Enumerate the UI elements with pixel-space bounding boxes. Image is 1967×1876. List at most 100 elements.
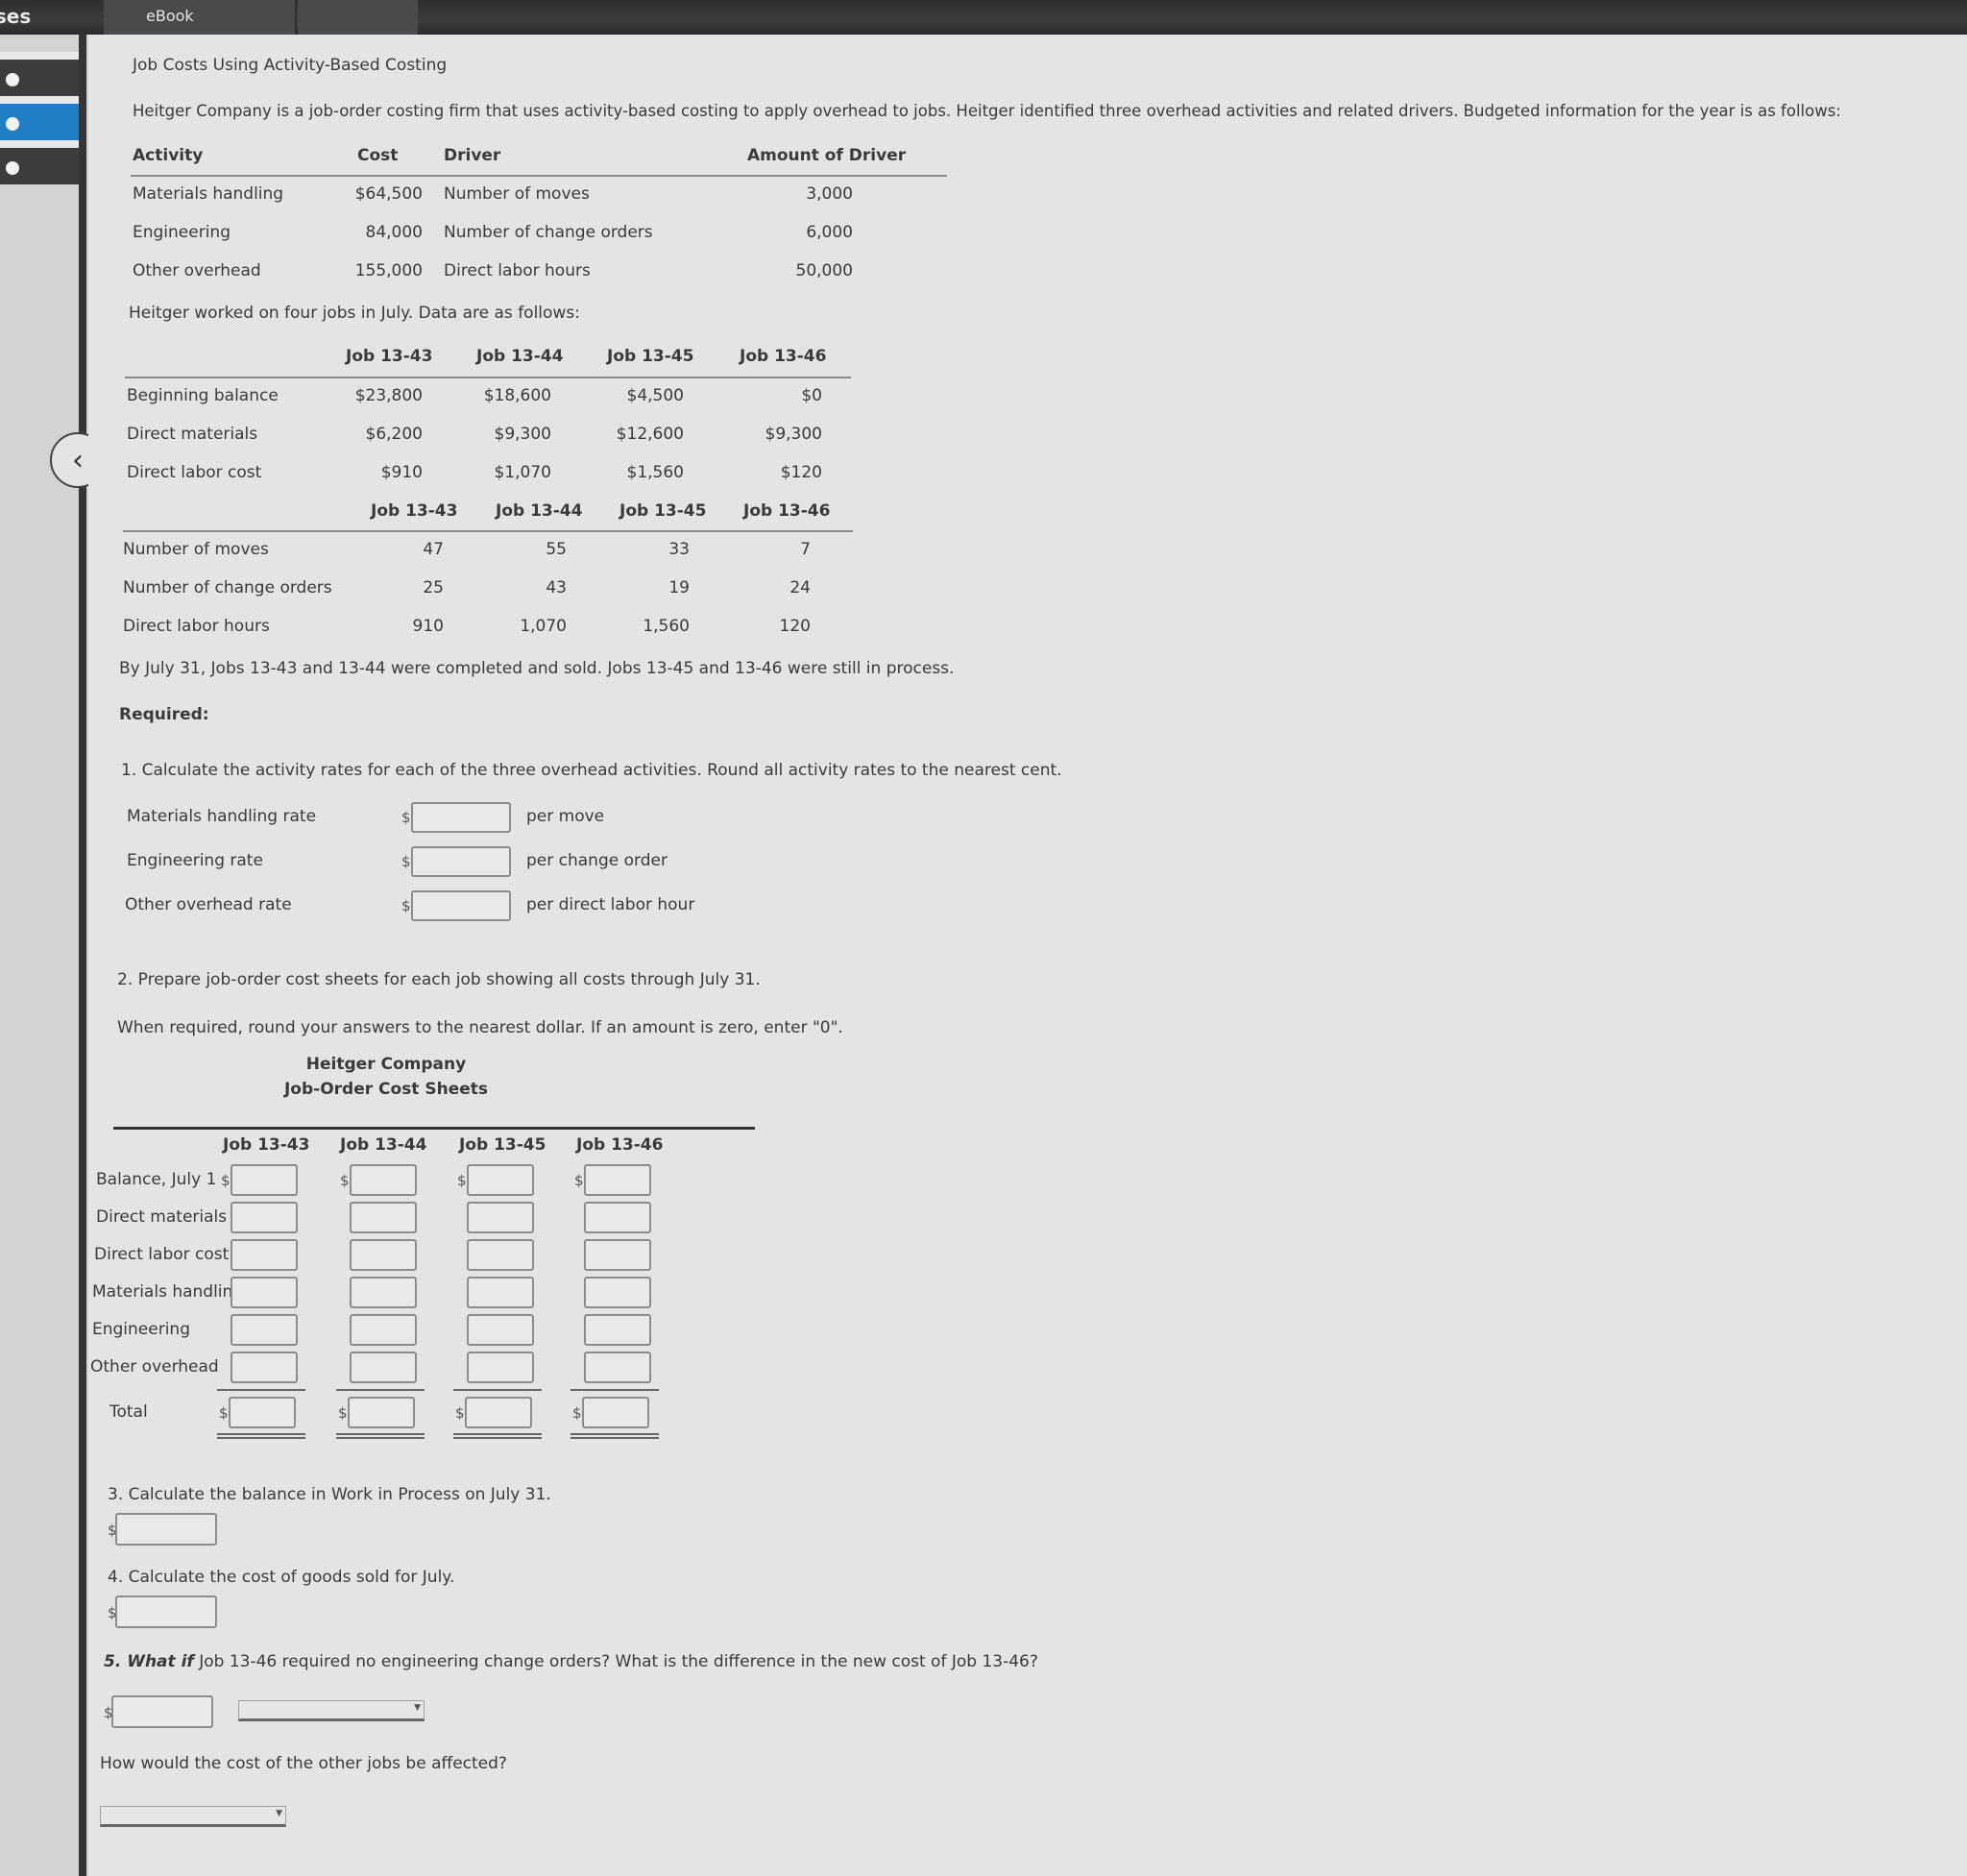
cost-input-job-2-row-1[interactable]	[350, 1164, 417, 1196]
cell: $120	[780, 463, 822, 482]
cost-input-job-3-row-3[interactable]	[467, 1239, 534, 1271]
tab-ebook[interactable]: eBook	[104, 0, 296, 35]
header-rule	[125, 377, 851, 378]
total-double-underline	[571, 1433, 659, 1439]
job-13-46-difference-input[interactable]	[111, 1695, 213, 1728]
required-label: Required:	[119, 705, 209, 724]
cost-input-job-1-row-4[interactable]	[231, 1277, 298, 1308]
col-header-job: Job 13-43	[346, 347, 433, 366]
cost-input-job-1-row-2[interactable]	[231, 1202, 298, 1233]
cell: 33	[668, 540, 690, 559]
rate-unit: per direct labor hour	[526, 895, 695, 914]
total-double-underline	[453, 1433, 542, 1439]
cost-input-job-4-row-2[interactable]	[584, 1202, 651, 1233]
cell: Materials handling	[133, 184, 284, 204]
tab-blank[interactable]	[298, 0, 418, 35]
cost-input-job-3-row-6[interactable]	[467, 1352, 534, 1383]
engineering-rate-input[interactable]	[411, 846, 511, 877]
cell: 24	[789, 578, 811, 597]
total-input-job-4[interactable]	[582, 1397, 649, 1428]
col-header-job: Job 13-45	[459, 1135, 546, 1155]
col-header-amount: Amount of Driver	[747, 146, 907, 165]
col-header-job: Job 13-44	[496, 501, 583, 521]
cost-input-job-2-row-6[interactable]	[350, 1352, 417, 1383]
sidebar-item-1[interactable]	[0, 52, 86, 96]
cost-input-job-3-row-5[interactable]	[467, 1314, 534, 1346]
rate-unit: per change order	[526, 851, 668, 870]
sidebar-item-3[interactable]	[0, 140, 86, 184]
cell: $4,500	[626, 386, 684, 405]
cell: $1,560	[626, 463, 684, 482]
wip-balance-input[interactable]	[115, 1513, 217, 1546]
cost-input-job-4-row-6[interactable]	[584, 1352, 651, 1383]
col-header-activity: Activity	[133, 146, 204, 165]
cell: 84,000	[365, 223, 423, 242]
tab-exercises[interactable]: ises	[0, 0, 77, 35]
other-overhead-rate-input[interactable]	[411, 890, 511, 921]
cost-input-job-1-row-6[interactable]	[231, 1352, 298, 1383]
total-input-job-3[interactable]	[465, 1397, 532, 1428]
materials-handling-rate-input[interactable]	[411, 802, 511, 833]
total-input-job-1[interactable]	[229, 1397, 296, 1428]
sum-underline	[571, 1389, 659, 1391]
jobs-intro: Heitger worked on four jobs in July. Dat…	[129, 304, 580, 323]
bullet-icon	[6, 73, 19, 86]
other-jobs-effect-dropdown[interactable]: ▼	[100, 1806, 286, 1827]
difference-direction-dropdown[interactable]: ▼	[238, 1700, 425, 1721]
cost-input-job-4-row-1[interactable]	[584, 1164, 651, 1196]
cell: Number of moves	[444, 184, 590, 204]
caret-down-icon: ▼	[414, 1703, 421, 1713]
currency-symbol: $	[221, 1172, 231, 1189]
col-header-job: Job 13-46	[576, 1135, 664, 1155]
cell: 1,560	[643, 617, 690, 636]
col-header-job: Job 13-45	[607, 347, 694, 366]
row-label: Materials handling	[92, 1282, 244, 1302]
cost-input-job-4-row-3[interactable]	[584, 1239, 651, 1271]
ebook-content: Job Costs Using Activity-Based Costing H…	[88, 35, 1967, 1876]
cell: Direct materials	[127, 425, 258, 444]
cost-input-job-3-row-4[interactable]	[467, 1277, 534, 1308]
bullet-icon	[6, 117, 19, 131]
cell: 25	[423, 578, 444, 597]
col-header-job: Job 13-43	[371, 501, 458, 521]
cogs-input[interactable]	[115, 1596, 217, 1628]
problem-title: Job Costs Using Activity-Based Costing	[133, 56, 448, 75]
bullet-icon	[6, 161, 19, 175]
row-label: Direct labor cost	[94, 1245, 230, 1264]
cell: Direct labor hours	[444, 261, 591, 280]
cost-input-job-2-row-4[interactable]	[350, 1277, 417, 1308]
sheet-top-rule	[113, 1127, 755, 1130]
sum-underline	[336, 1389, 425, 1391]
cost-input-job-4-row-5[interactable]	[584, 1314, 651, 1346]
currency-symbol: $	[401, 897, 411, 914]
currency-symbol: $	[340, 1172, 350, 1189]
sidebar-item-2-active[interactable]	[0, 96, 86, 140]
left-sidebar	[0, 35, 88, 1876]
cost-input-job-3-row-2[interactable]	[467, 1202, 534, 1233]
cost-input-job-2-row-5[interactable]	[350, 1314, 417, 1346]
col-header-job: Job 13-46	[740, 347, 827, 366]
cost-input-job-1-row-5[interactable]	[231, 1314, 298, 1346]
currency-symbol: $	[338, 1404, 348, 1422]
cell: $9,300	[494, 425, 551, 444]
row-label: Engineering	[92, 1320, 190, 1339]
cost-input-job-4-row-4[interactable]	[584, 1277, 651, 1308]
cost-input-job-2-row-2[interactable]	[350, 1202, 417, 1233]
cost-input-job-1-row-1[interactable]	[231, 1164, 298, 1196]
cell: $23,800	[354, 386, 423, 405]
cost-input-job-1-row-3[interactable]	[231, 1239, 298, 1271]
cell: $64,500	[354, 184, 423, 204]
total-input-job-2[interactable]	[348, 1397, 415, 1428]
currency-symbol: $	[455, 1404, 465, 1422]
cell: Other overhead	[133, 261, 261, 280]
total-label: Total	[109, 1402, 148, 1422]
cell: Direct labor hours	[123, 617, 270, 636]
cell: 47	[423, 540, 444, 559]
col-header-job: Job 13-44	[476, 347, 564, 366]
q3-prompt: 3. Calculate the balance in Work in Proc…	[108, 1485, 551, 1504]
q2-prompt: 2. Prepare job-order cost sheets for eac…	[117, 970, 761, 989]
cost-input-job-2-row-3[interactable]	[350, 1239, 417, 1271]
row-label: Other overhead	[90, 1357, 219, 1377]
cost-input-job-3-row-1[interactable]	[467, 1164, 534, 1196]
cell: 3,000	[806, 184, 853, 204]
